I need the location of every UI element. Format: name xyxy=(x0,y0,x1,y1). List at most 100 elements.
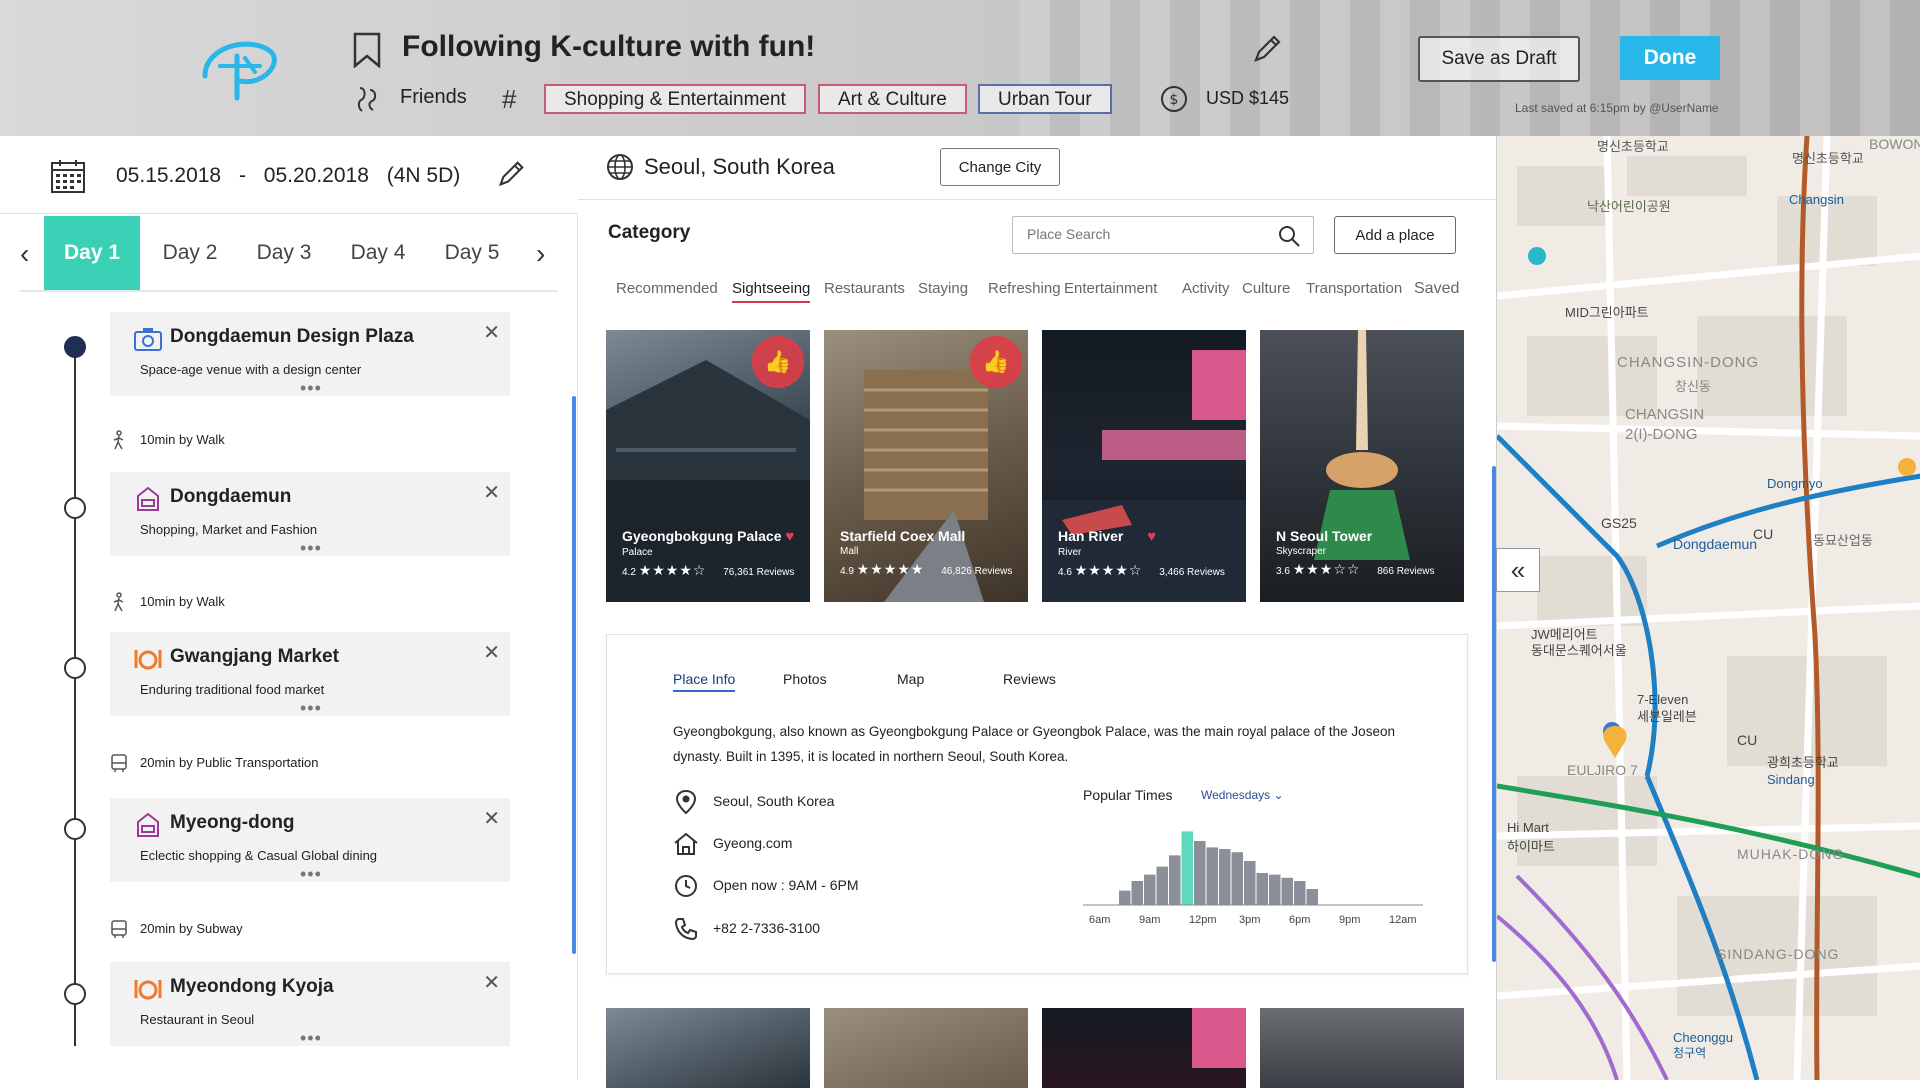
transit-text: 10min by Walk xyxy=(140,594,225,609)
phone-text[interactable]: +82 2-7336-3100 xyxy=(713,920,820,936)
itinerary-card-3[interactable]: Gwangjang Market Enduring traditional fo… xyxy=(110,632,510,719)
save-draft-button[interactable]: Save as Draft xyxy=(1418,36,1580,82)
place-search[interactable] xyxy=(1012,216,1314,254)
app-logo-icon xyxy=(202,41,277,101)
map-label-cu: CU xyxy=(1753,526,1774,542)
start-date: 05.15.2018 xyxy=(116,164,222,187)
tag-art-culture[interactable]: Art & Culture xyxy=(818,84,967,114)
tag-urban-tour[interactable]: Urban Tour xyxy=(978,84,1112,114)
done-button[interactable]: Done xyxy=(1620,36,1720,80)
tab-reviews[interactable]: Reviews xyxy=(1003,671,1056,687)
heart-icon[interactable]: ♥ xyxy=(1147,528,1156,545)
card-subtitle: Enduring traditional food market xyxy=(140,682,325,697)
transit-text: 20min by Public Transportation xyxy=(140,755,319,770)
place-rating: 3.6 xyxy=(1276,566,1290,577)
tab-culture[interactable]: Culture xyxy=(1242,280,1290,297)
map-label-himart: Hi Mart xyxy=(1507,820,1549,835)
budget-value[interactable]: USD $145 xyxy=(1206,88,1289,109)
edit-pencil-icon[interactable] xyxy=(1250,32,1284,66)
more-options-icon[interactable]: ••• xyxy=(300,378,322,399)
more-options-icon[interactable]: ••• xyxy=(300,1028,322,1049)
tab-activity[interactable]: Activity xyxy=(1182,280,1230,297)
place-info-overlay: Gyeongbokgung Palace ♥ Palace 4.2 ★★★★☆ … xyxy=(622,528,794,579)
map-label-park: 낙산어린이공원 xyxy=(1587,199,1671,214)
camera-icon xyxy=(134,328,162,351)
more-options-icon[interactable]: ••• xyxy=(300,538,322,559)
tab-photos[interactable]: Photos xyxy=(783,671,827,687)
close-icon[interactable]: ✕ xyxy=(483,806,500,831)
add-place-button[interactable]: Add a place xyxy=(1334,216,1456,254)
tab-refreshing[interactable]: Refreshing xyxy=(988,280,1061,297)
place-info-overlay: Han River ♥ River 4.6 ★★★★☆ 3,466 Review… xyxy=(1058,528,1225,579)
more-options-icon[interactable]: ••• xyxy=(300,698,322,719)
place-card-starfield[interactable]: 👍 Starfield Coex Mall Mall 4.9 ★★★★★ 46,… xyxy=(824,330,1028,602)
place-type: Mall xyxy=(840,546,859,557)
collapse-map-icon[interactable]: « xyxy=(1496,548,1540,592)
tag-shopping-entertainment[interactable]: Shopping & Entertainment xyxy=(544,84,806,114)
search-icon[interactable] xyxy=(1277,224,1301,248)
companion-label[interactable]: Friends xyxy=(400,86,467,109)
map-label-2-dong: 2(I)-DONG xyxy=(1625,426,1698,443)
hours-text: Open now : 9AM - 6PM xyxy=(713,877,859,893)
place-card-gyeongbokgung[interactable]: 👍 Gyeongbokgung Palace ♥ Palace 4.2 ★★★★… xyxy=(606,330,810,602)
change-city-button[interactable]: Change City xyxy=(940,148,1060,186)
restaurant-icon xyxy=(134,980,162,1000)
date-separator: - xyxy=(238,164,246,187)
itinerary-card-1[interactable]: Dongdaemun Design Plaza Space-age venue … xyxy=(110,312,510,399)
place-reviews: 46,826 Reviews xyxy=(941,566,1013,577)
tab-entertainment[interactable]: Entertainment xyxy=(1064,280,1157,297)
prev-day-arrow-icon[interactable]: ‹ xyxy=(20,238,44,269)
place-search-input[interactable] xyxy=(1027,226,1267,242)
tab-staying[interactable]: Staying xyxy=(918,280,968,297)
website-link[interactable]: Gyeong.com xyxy=(713,835,792,851)
itinerary-panel: 05.15.2018 - 05.20.2018 (4N 5D) ‹ Day 1 … xyxy=(0,136,578,1080)
place-reviews: 866 Reviews xyxy=(1377,566,1435,577)
map-view[interactable]: 명신초등학교 명신초등학교 BOWON Changsin 낙산어린이공원 MID… xyxy=(1496,136,1920,1080)
popular-times-bar xyxy=(1231,852,1243,905)
place-card-n-seoul-tower[interactable]: N Seoul Tower Skyscraper 3.6 ★★★☆☆ 866 R… xyxy=(1260,330,1464,602)
tab-recommended[interactable]: Recommended xyxy=(616,280,718,297)
popular-times-chart: 6am 9am 12pm 3pm 6pm 9pm 12am xyxy=(1083,831,1423,926)
tab-restaurants[interactable]: Restaurants xyxy=(824,280,905,297)
popular-day-select[interactable]: Wednesdays ⌄ xyxy=(1201,788,1284,802)
popular-times-bar xyxy=(1306,889,1318,905)
tab-sightseeing[interactable]: Sightseeing xyxy=(732,280,811,303)
itinerary-card-4[interactable]: Myeong-dong Eclectic shopping & Casual G… xyxy=(110,798,510,885)
tab-day-1[interactable]: Day 1 xyxy=(44,216,140,290)
place-thumb-1[interactable] xyxy=(606,1008,810,1088)
place-card-han-river[interactable]: Han River ♥ River 4.6 ★★★★☆ 3,466 Review… xyxy=(1042,330,1246,602)
shopping-icon xyxy=(137,486,159,511)
close-icon[interactable]: ✕ xyxy=(483,480,500,505)
itinerary-card-5[interactable]: Myeondong Kyoja Restaurant in Seoul ✕ ••… xyxy=(110,962,510,1049)
place-thumb-3[interactable] xyxy=(1042,1008,1246,1088)
itinerary-scrollbar[interactable] xyxy=(572,396,576,954)
next-day-arrow-icon[interactable]: › xyxy=(536,238,560,269)
popular-times-bar xyxy=(1206,847,1218,905)
place-thumb-2[interactable] xyxy=(824,1008,1028,1088)
calendar-icon[interactable] xyxy=(50,158,86,194)
heart-icon[interactable]: ♥ xyxy=(785,528,794,545)
place-thumb-4[interactable] xyxy=(1260,1008,1464,1088)
star-rating-icon: ★★★★☆ xyxy=(1074,562,1143,578)
popular-times-bar xyxy=(1169,855,1181,905)
timeline-node-2 xyxy=(64,497,86,519)
tab-day-3[interactable]: Day 3 xyxy=(236,216,332,290)
date-range[interactable]: 05.15.2018 - 05.20.2018 (4N 5D) xyxy=(116,164,460,188)
tab-day-4[interactable]: Day 4 xyxy=(330,216,426,290)
tab-map[interactable]: Map xyxy=(897,671,924,687)
close-icon[interactable]: ✕ xyxy=(483,970,500,995)
trip-title[interactable]: Following K-culture with fun! xyxy=(402,30,815,64)
clock-icon xyxy=(675,875,697,897)
popular-times-bar xyxy=(1181,831,1193,905)
tab-place-info[interactable]: Place Info xyxy=(673,671,736,692)
tab-transportation[interactable]: Transportation xyxy=(1306,280,1402,297)
close-icon[interactable]: ✕ xyxy=(483,320,500,345)
tab-day-5[interactable]: Day 5 xyxy=(424,216,520,290)
close-icon[interactable]: ✕ xyxy=(483,640,500,665)
tab-saved[interactable]: Saved xyxy=(1414,280,1459,298)
bookmark-icon[interactable] xyxy=(350,32,384,68)
edit-dates-icon[interactable] xyxy=(495,158,527,190)
more-options-icon[interactable]: ••• xyxy=(300,864,322,885)
tab-day-2[interactable]: Day 2 xyxy=(142,216,238,290)
itinerary-card-2[interactable]: Dongdaemun Shopping, Market and Fashion … xyxy=(110,472,510,559)
